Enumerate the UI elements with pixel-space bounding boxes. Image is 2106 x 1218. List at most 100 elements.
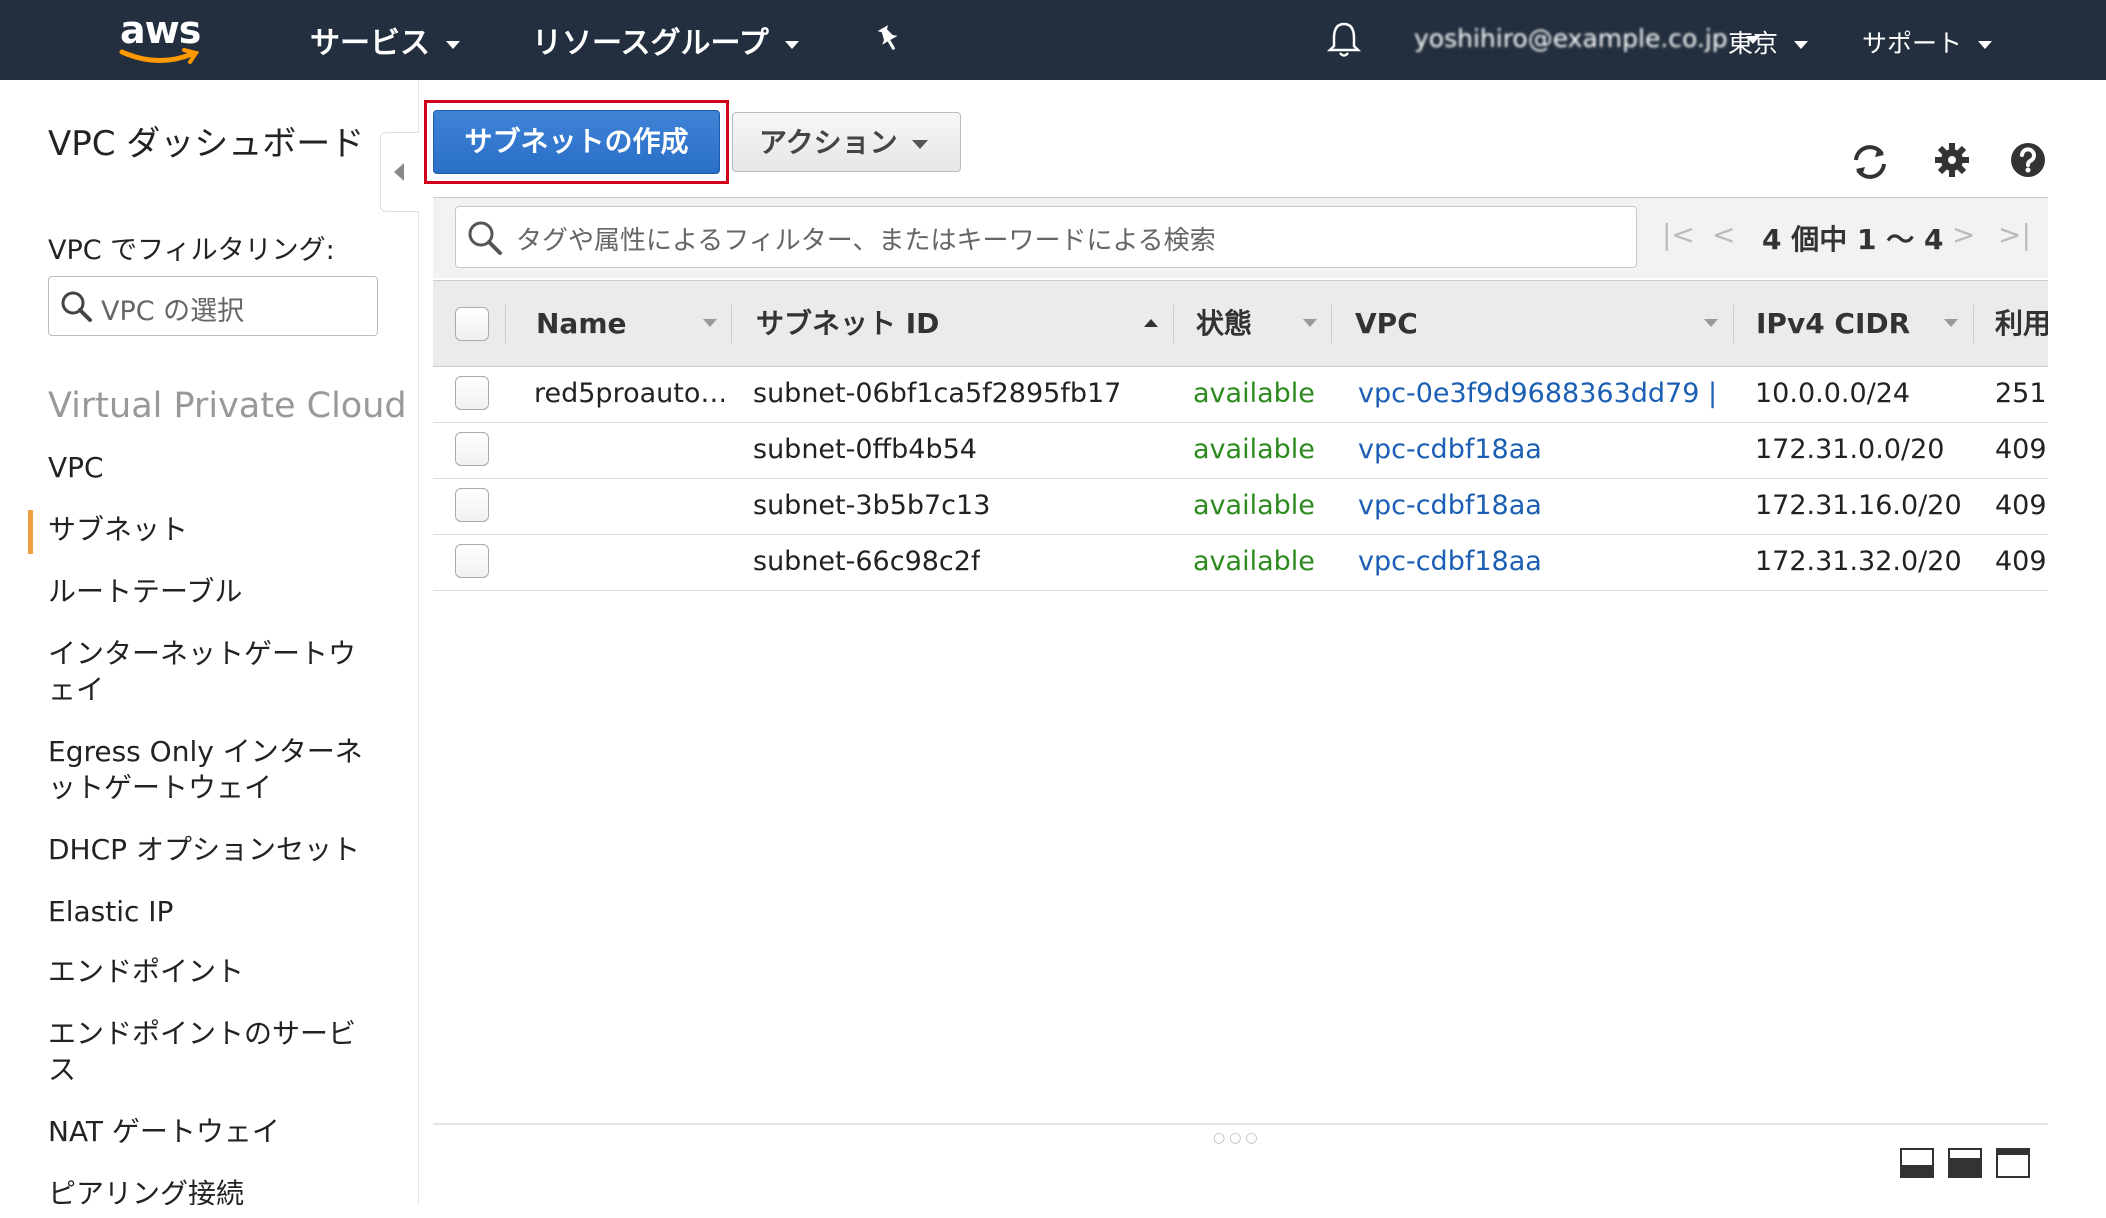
layout-full-pane-icon[interactable]	[1996, 1148, 2030, 1178]
sidebar-item-nat-gateways[interactable]: NAT ゲートウェイ	[48, 1114, 378, 1150]
resource-groups-label: リソースグループ	[532, 26, 769, 61]
row-checkbox[interactable]	[455, 544, 489, 578]
notifications-bell-icon[interactable]	[1326, 20, 1362, 64]
sort-ascending-icon[interactable]	[1144, 319, 1158, 327]
vpc-filter-label: VPC でフィルタリング:	[48, 235, 335, 266]
column-divider	[1973, 305, 1974, 343]
cell-available-ips: 409	[1995, 434, 2047, 465]
last-page-icon[interactable]: >|	[1998, 218, 2031, 251]
layout-bottom-pane-icon[interactable]	[1900, 1148, 1934, 1178]
pagination-status: 4 個中 1 〜 4	[1762, 223, 1944, 256]
resize-handle-icon[interactable]: ○○○	[1213, 1130, 1262, 1146]
sort-icon[interactable]	[1944, 319, 1958, 327]
help-icon[interactable]	[2008, 140, 2048, 180]
sidebar-title-link[interactable]: VPC ダッシュボード	[48, 122, 368, 166]
chevron-down-icon	[1978, 41, 1993, 49]
sidebar-item-egress-only-gateways[interactable]: Egress Only インターネットゲートウェイ	[48, 734, 378, 806]
cell-name	[534, 478, 724, 534]
search-placeholder: タグや属性によるフィルター、またはキーワードによる検索	[516, 226, 1216, 256]
support-label: サポート	[1862, 29, 1963, 58]
chevron-down-icon	[446, 40, 460, 49]
cell-ipv4-cidr: 172.31.32.0/20	[1755, 546, 1962, 577]
region-label: 東京	[1728, 29, 1779, 58]
layout-split-pane-icon[interactable]	[1948, 1148, 1982, 1178]
search-icon	[468, 221, 502, 255]
aws-logo[interactable]: aws	[118, 8, 204, 68]
cell-vpc-link[interactable]: vpc-0e3f9d9688363dd79 |…	[1358, 366, 1718, 422]
cell-state: available	[1193, 546, 1315, 577]
column-divider	[731, 305, 732, 343]
table-row[interactable]: subnet-66c98c2f available vpc-cdbf18aa 1…	[433, 534, 2048, 591]
sidebar-item-vpc[interactable]: VPC	[48, 450, 378, 486]
actions-label: アクション	[759, 126, 898, 159]
vpc-filter-select[interactable]: VPC の選択	[48, 276, 378, 336]
sidebar-collapse-toggle[interactable]	[380, 132, 419, 212]
sidebar-item-route-tables[interactable]: ルートテーブル	[48, 574, 378, 610]
column-header-ipv4-cidr[interactable]: IPv4 CIDR	[1756, 281, 1910, 366]
cell-available-ips: 409	[1995, 546, 2047, 577]
aws-smile-icon	[119, 48, 200, 64]
search-input[interactable]: タグや属性によるフィルター、またはキーワードによる検索	[455, 206, 1637, 268]
sidebar-item-subnets[interactable]: サブネット	[48, 512, 378, 548]
resource-groups-menu[interactable]: リソースグループ	[532, 18, 799, 62]
cell-ipv4-cidr: 172.31.0.0/20	[1755, 434, 1945, 465]
previous-page-icon[interactable]: <	[1712, 218, 1735, 251]
sidebar-item-endpoint-services[interactable]: エンドポイントのサービス	[48, 1016, 378, 1088]
actions-dropdown-button[interactable]: アクション	[732, 112, 961, 172]
cell-state: available	[1193, 490, 1315, 521]
cell-subnet-id: subnet-66c98c2f	[753, 546, 981, 577]
table-row[interactable]: subnet-3b5b7c13 available vpc-cdbf18aa 1…	[433, 478, 2048, 535]
cell-vpc-link[interactable]: vpc-cdbf18aa	[1358, 534, 1718, 590]
cell-available-ips: 409	[1995, 490, 2047, 521]
sidebar-item-internet-gateways[interactable]: インターネットゲートウェイ	[48, 636, 378, 708]
first-page-icon[interactable]: |<	[1662, 218, 1695, 251]
pin-icon[interactable]	[873, 24, 903, 58]
table-row[interactable]: subnet-0ffb4b54 available vpc-cdbf18aa 1…	[433, 422, 2048, 479]
cell-subnet-id: subnet-3b5b7c13	[753, 490, 991, 521]
search-icon	[61, 291, 92, 322]
cell-ipv4-cidr: 172.31.16.0/20	[1755, 490, 1962, 521]
select-all-checkbox[interactable]	[455, 307, 489, 341]
chevron-down-icon	[911, 139, 928, 149]
cell-vpc-link[interactable]: vpc-cdbf18aa	[1358, 422, 1718, 478]
next-page-icon[interactable]: >	[1952, 218, 1975, 251]
account-menu[interactable]: yoshihiro@example.co.jp	[1414, 24, 1760, 53]
column-header-state[interactable]: 状態	[1196, 281, 1252, 366]
gear-icon[interactable]	[1932, 140, 1972, 180]
services-label: サービス	[310, 26, 430, 61]
cell-vpc-link[interactable]: vpc-cdbf18aa	[1358, 478, 1718, 534]
table-row[interactable]: red5proauto… subnet-06bf1ca5f2895fb17 av…	[433, 366, 2048, 423]
column-header-subnet-id[interactable]: サブネット ID	[756, 281, 939, 366]
cell-subnet-id: subnet-06bf1ca5f2895fb17	[753, 378, 1122, 409]
sort-icon[interactable]	[703, 319, 717, 327]
sidebar-item-endpoints[interactable]: エンドポイント	[48, 954, 378, 990]
row-checkbox[interactable]	[455, 376, 489, 410]
region-menu[interactable]: 東京	[1728, 24, 1809, 60]
services-menu[interactable]: サービス	[310, 18, 460, 62]
sidebar-item-elastic-ip[interactable]: Elastic IP	[48, 894, 378, 930]
detail-pane-divider[interactable]	[433, 1123, 2048, 1125]
sidebar-item-dhcp-options[interactable]: DHCP オプションセット	[48, 832, 378, 868]
sort-icon[interactable]	[1704, 319, 1718, 327]
create-subnet-button[interactable]: サブネットの作成	[433, 110, 720, 174]
cell-available-ips: 251	[1995, 378, 2047, 409]
sidebar-section-heading: Virtual Private Cloud	[48, 386, 407, 426]
row-checkbox[interactable]	[455, 488, 489, 522]
column-divider	[1733, 305, 1734, 343]
row-checkbox[interactable]	[455, 432, 489, 466]
cell-name: red5proauto…	[534, 378, 724, 409]
column-header-name[interactable]: Name	[536, 281, 627, 366]
cell-state: available	[1193, 378, 1315, 409]
support-menu[interactable]: サポート	[1862, 24, 1993, 60]
column-header-available-ips[interactable]: 利用	[1995, 281, 2048, 366]
column-header-vpc[interactable]: VPC	[1355, 281, 1418, 366]
sort-icon[interactable]	[1303, 319, 1317, 327]
cell-name	[534, 422, 724, 478]
cell-ipv4-cidr: 10.0.0.0/24	[1755, 378, 1911, 409]
top-navigation-bar: aws サービス リソースグループ yoshihiro@example.co.j…	[0, 0, 2106, 80]
sidebar: VPC ダッシュボード VPC でフィルタリング: VPC の選択 Virtua…	[0, 80, 419, 1205]
refresh-icon[interactable]	[1848, 140, 1892, 184]
sidebar-item-peering-connections[interactable]: ピアリング接続	[48, 1176, 378, 1205]
chevron-down-icon	[784, 40, 799, 49]
column-divider	[505, 305, 506, 343]
